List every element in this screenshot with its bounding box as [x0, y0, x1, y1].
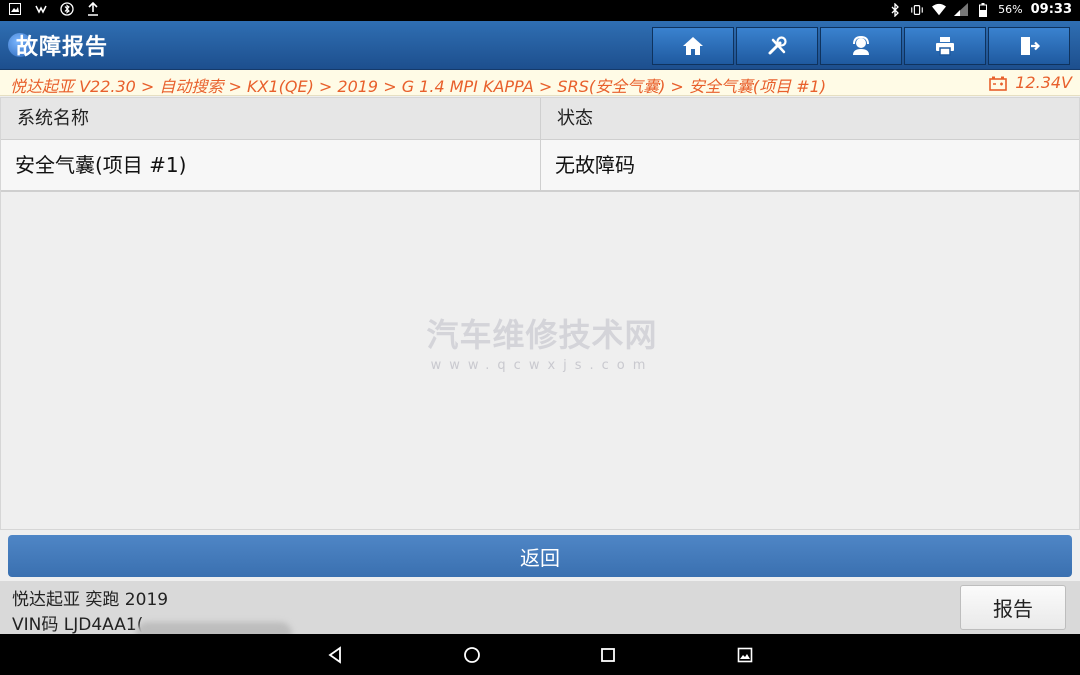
table-row[interactable]: 安全气囊(项目 #1) 无故障码 [1, 140, 1079, 192]
fault-report-table: 系统名称 状态 安全气囊(项目 #1) 无故障码 [0, 97, 1080, 530]
print-button[interactable] [904, 27, 986, 65]
signal-icon [954, 3, 969, 17]
screenshot-icon [737, 647, 753, 663]
usb-debug-icon [34, 2, 48, 16]
nav-recents-button[interactable] [597, 644, 619, 666]
square-recents-icon [601, 648, 615, 662]
bluetooth-icon [888, 2, 902, 17]
cell-status: 无故障码 [555, 153, 635, 177]
title-wrap: 故障报告 [8, 29, 108, 61]
nav-screenshot-button[interactable] [734, 644, 756, 666]
nav-back-button[interactable] [324, 644, 346, 666]
home-button[interactable] [652, 27, 734, 65]
home-icon [683, 37, 703, 55]
vin-number: VIN码 LJD4AA1( [12, 615, 144, 635]
clock: 09:33 [1030, 2, 1072, 17]
wifi-icon [932, 3, 947, 17]
vibrate-icon [910, 3, 924, 17]
exit-button[interactable] [988, 27, 1070, 65]
table-header: 系统名称 状态 [1, 98, 1079, 140]
car-battery-icon [989, 76, 1008, 91]
triangle-back-icon [328, 646, 341, 664]
vehicle-model: 悦达起亚 奕跑 2019 [12, 590, 169, 610]
battery-percent: 56% [998, 3, 1023, 16]
bluetooth-circle-icon [60, 2, 74, 16]
column-header-system: 系统名称 [1, 98, 541, 140]
voltage-value: 12.34V [1015, 73, 1072, 92]
toolbar [650, 27, 1070, 65]
tools-button[interactable] [736, 27, 818, 65]
circle-home-icon [464, 647, 480, 663]
support-button[interactable] [820, 27, 902, 65]
column-header-status: 状态 [557, 108, 593, 129]
wrench-screwdriver-icon [768, 36, 787, 55]
battery-icon [976, 2, 990, 17]
voltage-indicator: 12.34V [989, 73, 1072, 92]
exit-door-icon [1021, 37, 1041, 55]
app-header: 故障报告 [0, 21, 1080, 70]
upload-icon [86, 2, 100, 16]
android-nav-bar [0, 634, 1080, 675]
page-title: 故障报告 [16, 35, 109, 60]
back-button[interactable]: 返回 [8, 535, 1072, 577]
breadcrumb: 悦达起亚 V22.30 > 自动搜索 > KX1(QE) > 2019 > G … [10, 77, 827, 96]
nav-home-button[interactable] [461, 644, 483, 666]
status-bar-right: 56% 09:33 [888, 2, 1072, 17]
image-notification-icon [8, 2, 22, 16]
cell-system-name: 安全气囊(项目 #1) [1, 140, 541, 190]
status-bar-left [8, 2, 100, 16]
headset-person-icon [853, 35, 869, 55]
breadcrumb-bar: 悦达起亚 V22.30 > 自动搜索 > KX1(QE) > 2019 > G … [0, 70, 1080, 96]
printer-icon [936, 37, 954, 56]
status-bar: 56% 09:33 [0, 0, 1080, 21]
report-button[interactable]: 报告 [960, 585, 1066, 630]
